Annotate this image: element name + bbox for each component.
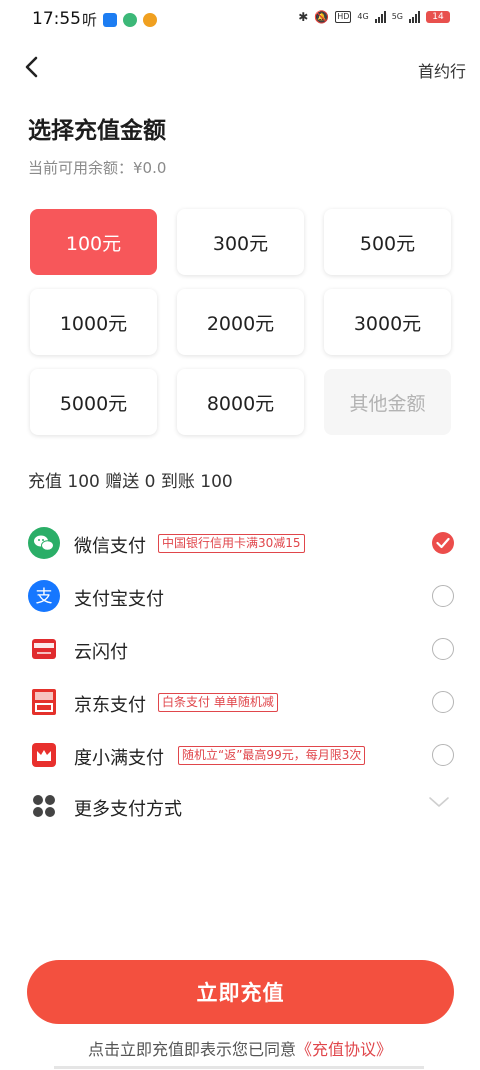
balance-value: ¥0.0 (133, 159, 167, 177)
signal-4g-icon (374, 11, 386, 23)
jd-pay-icon (32, 689, 56, 715)
radio-unchecked-icon[interactable] (432, 638, 454, 660)
amount-option-100[interactable]: 100元 (30, 209, 157, 275)
recharge-agreement-link[interactable]: 《充值协议》 (296, 1040, 392, 1059)
weibo-app-icon (143, 12, 158, 27)
radio-unchecked-icon[interactable] (432, 585, 454, 607)
amount-option-300[interactable]: 300元 (177, 209, 304, 275)
radio-unchecked-icon[interactable] (432, 691, 454, 713)
amount-option-500[interactable]: 500元 (324, 209, 451, 275)
payment-row-duxiaoman[interactable]: 度小满支付 随机立“返”最高99元，每月限3次 (28, 735, 454, 775)
payment-promo-badge: 中国银行信用卡满30减15 (158, 534, 305, 553)
chevron-down-icon (429, 797, 449, 807)
status-notification-icons: 听 (82, 9, 158, 30)
more-payments-label: 更多支付方式 (74, 799, 182, 820)
payment-name: 云闪付 (74, 642, 128, 663)
more-payments-row[interactable]: 更多支付方式 (28, 786, 454, 826)
payment-row-alipay[interactable]: 支 支付宝支付 (28, 576, 454, 616)
amount-option-8000[interactable]: 8000元 (177, 369, 304, 435)
recharge-page: 17:55 听 ✱ 🔕 HD 4G 5G 14 首约行 选择充值金额 当前可用余… (0, 0, 480, 1070)
payment-promo-badge: 白条支付 单单随机减 (158, 693, 278, 712)
status-system-icons: ✱ 🔕 HD 4G 5G 14 (298, 10, 450, 24)
agreement-line: 点击立即充值即表示您已同意《充值协议》 (0, 1036, 480, 1060)
bottom-divider (54, 1066, 424, 1069)
chevron-left-icon (25, 56, 38, 78)
payment-name: 京东支付 (74, 695, 146, 716)
mute-icon: 🔕 (314, 10, 330, 24)
status-time: 17:55 (32, 9, 81, 29)
radio-unchecked-icon[interactable] (432, 744, 454, 766)
payment-name: 度小满支付 (74, 748, 164, 769)
unionpay-quickpass-icon (32, 639, 56, 659)
net-4g-label: 4G (357, 12, 369, 21)
balance-label: 当前可用余额： (28, 159, 134, 177)
play-app-icon (123, 12, 138, 27)
payment-row-jd[interactable]: 京东支付 白条支付 单单随机减 (28, 682, 454, 722)
svg-text:支: 支 (36, 587, 53, 607)
header-brand-label[interactable]: 首约行 (418, 58, 466, 82)
amount-option-3000[interactable]: 3000元 (324, 289, 451, 355)
payment-promo-badge: 随机立“返”最高99元，每月限3次 (178, 746, 366, 765)
payment-name: 支付宝支付 (74, 589, 164, 610)
net-5g-label: 5G (391, 12, 403, 21)
page-title: 选择充值金额 (28, 118, 166, 144)
recharge-button[interactable]: 立即充值 (27, 960, 454, 1024)
status-bar: 17:55 听 ✱ 🔕 HD 4G 5G 14 (0, 0, 480, 38)
amount-grid: 100元 300元 500元 1000元 2000元 3000元 5000元 8… (30, 209, 451, 437)
back-button[interactable] (18, 52, 48, 82)
radio-checked-icon[interactable] (432, 532, 454, 554)
payment-row-wechat[interactable]: 微信支付 中国银行信用卡满30减15 (28, 523, 454, 563)
bluetooth-icon: ✱ (298, 10, 309, 24)
wechat-pay-icon (28, 527, 60, 559)
battery-icon: 14 (426, 11, 450, 23)
amount-option-1000[interactable]: 1000元 (30, 289, 157, 355)
agreement-text: 点击立即充值即表示您已同意 (87, 1040, 296, 1059)
alipay-icon: 支 (28, 580, 60, 612)
ting-app-icon: 听 (82, 11, 98, 29)
amount-option-other[interactable]: 其他金额 (324, 369, 451, 435)
recharge-summary: 充值 100 赠送 0 到账 100 (28, 472, 233, 492)
balance-line: 当前可用余额：¥0.0 (28, 157, 166, 178)
amount-option-5000[interactable]: 5000元 (30, 369, 157, 435)
more-dots-icon (33, 795, 55, 817)
signal-5g-icon (409, 11, 420, 23)
duxiaoman-pay-icon (32, 743, 56, 767)
payment-name: 微信支付 (74, 536, 146, 557)
amount-option-2000[interactable]: 2000元 (177, 289, 304, 355)
hd-icon: HD (335, 11, 352, 23)
zhihu-app-icon (103, 12, 118, 27)
payment-row-quickpass[interactable]: 云闪付 (28, 629, 454, 669)
